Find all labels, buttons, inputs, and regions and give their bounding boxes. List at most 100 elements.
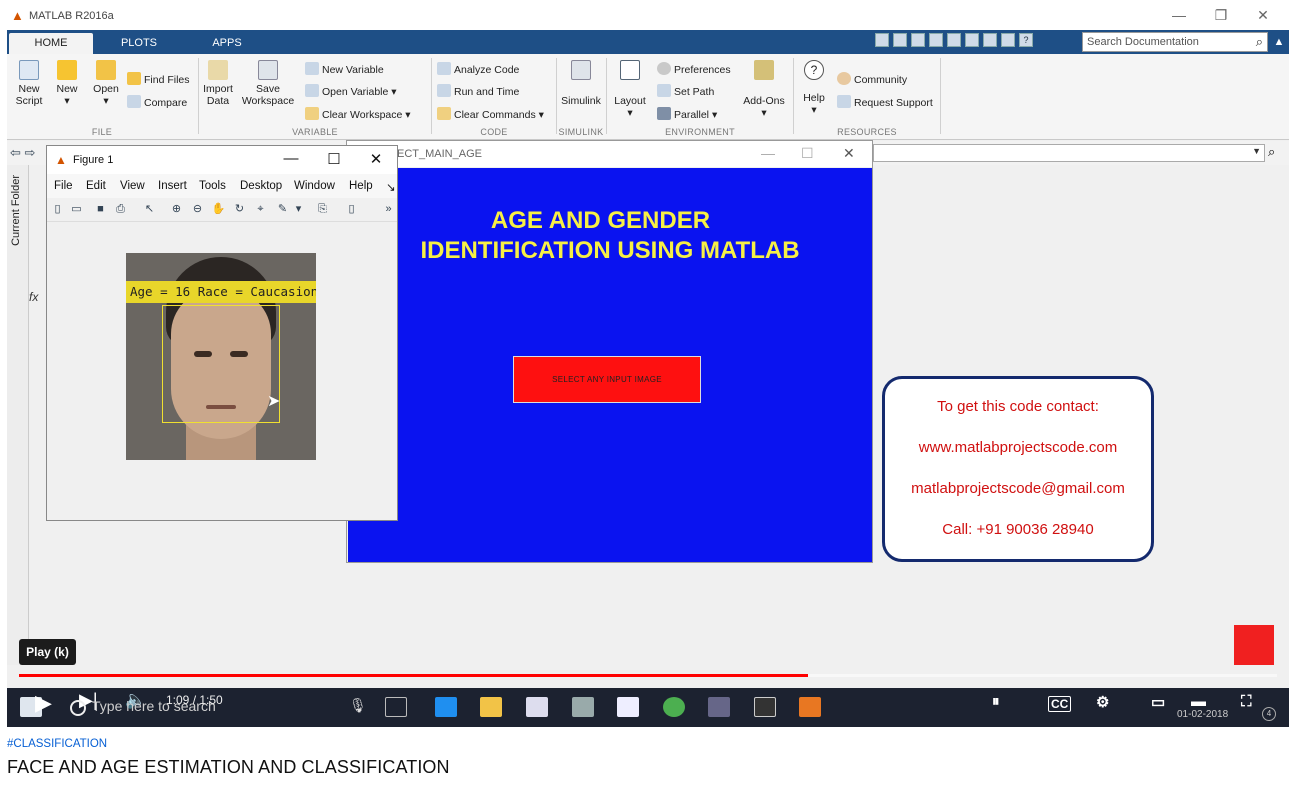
close-icon[interactable]: ✕ bbox=[1251, 7, 1275, 24]
menu-help[interactable]: Help bbox=[349, 180, 373, 192]
back-forward-icon[interactable]: ⇦ ⇨ bbox=[10, 145, 35, 161]
new-figure-icon[interactable]: ▯ bbox=[50, 202, 65, 217]
menu-overflow-icon[interactable]: ↘ bbox=[386, 180, 396, 194]
compare-button[interactable]: Compare bbox=[127, 95, 187, 109]
miniplayer-icon[interactable]: ▭ bbox=[1151, 693, 1165, 711]
save-icon[interactable]: ■ bbox=[93, 202, 108, 217]
clear-workspace-button[interactable]: Clear Workspace ▾ bbox=[305, 107, 411, 121]
file-explorer-icon[interactable] bbox=[480, 697, 502, 717]
task-view-icon[interactable] bbox=[385, 697, 407, 717]
set-path-button[interactable]: Set Path bbox=[657, 84, 714, 98]
find-files-button[interactable]: Find Files bbox=[127, 72, 190, 86]
open-button[interactable]: Open ▾ bbox=[89, 60, 123, 107]
open-dropdown-icon: ▾ bbox=[103, 95, 109, 107]
app-icon[interactable] bbox=[572, 697, 594, 717]
undo-icon[interactable] bbox=[965, 33, 979, 47]
community-button[interactable]: Community bbox=[837, 72, 907, 86]
maximize-icon[interactable]: ☐ bbox=[324, 150, 344, 168]
progress-bar[interactable] bbox=[19, 674, 1277, 677]
link-plot-icon[interactable]: ⎘ bbox=[315, 202, 330, 217]
brush-icon[interactable]: ✎ bbox=[275, 202, 290, 217]
maximize-icon[interactable]: ☐ bbox=[801, 145, 814, 162]
quick-tool-icon[interactable] bbox=[875, 33, 889, 47]
simulink-button[interactable]: Simulink bbox=[560, 60, 602, 107]
app-icon[interactable] bbox=[754, 697, 776, 717]
save-icon[interactable] bbox=[893, 33, 907, 47]
tab-plots[interactable]: PLOTS bbox=[97, 33, 181, 54]
search-icon[interactable]: ⌕ bbox=[1268, 144, 1275, 160]
mail-icon[interactable] bbox=[617, 697, 639, 717]
new-button[interactable]: New ▾ bbox=[50, 60, 84, 107]
autoplay-toggle-icon[interactable]: ⏸ bbox=[992, 693, 1000, 710]
request-support-button[interactable]: Request Support bbox=[837, 95, 933, 109]
clear-commands-button[interactable]: Clear Commands ▾ bbox=[437, 107, 544, 121]
video-hashtag[interactable]: #CLASSIFICATION bbox=[7, 738, 107, 750]
edit-plot-icon[interactable]: ↖ bbox=[142, 202, 157, 217]
cut-icon[interactable] bbox=[911, 33, 925, 47]
save-workspace-button[interactable]: Save Workspace bbox=[239, 60, 297, 107]
parallel-button[interactable]: Parallel ▾ bbox=[657, 107, 717, 121]
search-icon[interactable]: ⌕ bbox=[1256, 34, 1263, 50]
menu-view[interactable]: View bbox=[120, 180, 145, 192]
toolbar-overflow-icon[interactable]: » bbox=[381, 202, 396, 217]
data-cursor-icon[interactable]: ⌖ bbox=[253, 202, 268, 217]
settings-gear-icon[interactable]: ⚙ bbox=[1096, 693, 1109, 711]
switch-windows-icon[interactable] bbox=[1001, 33, 1015, 47]
print-icon[interactable]: ⎙ bbox=[113, 202, 128, 217]
preferences-button[interactable]: Preferences bbox=[657, 62, 731, 76]
minimize-icon[interactable]: — bbox=[1167, 7, 1191, 23]
paste-icon[interactable] bbox=[947, 33, 961, 47]
video-player[interactable]: ▲ MATLAB R2016a — ❐ ✕ HOME PLOTS APPS ? … bbox=[7, 0, 1289, 727]
new-script-button[interactable]: New Script bbox=[11, 60, 47, 107]
theater-mode-icon[interactable]: ▬ bbox=[1191, 693, 1206, 710]
pan-icon[interactable]: ✋ bbox=[211, 202, 226, 217]
open-variable-button[interactable]: Open Variable ▾ bbox=[305, 84, 397, 98]
collapse-ribbon-icon[interactable]: ▲ bbox=[1271, 32, 1287, 52]
zoom-in-icon[interactable]: ⊕ bbox=[169, 202, 184, 217]
new-variable-button[interactable]: New Variable bbox=[305, 62, 384, 76]
import-data-button[interactable]: Import Data bbox=[200, 60, 236, 107]
open-file-icon[interactable]: ▭ bbox=[69, 202, 84, 217]
zoom-out-icon[interactable]: ⊖ bbox=[190, 202, 205, 217]
microphone-icon[interactable]: 🎙 bbox=[349, 697, 367, 714]
brush-dropdown-icon[interactable]: ▾ bbox=[291, 202, 306, 217]
insert-colorbar-icon[interactable]: ▯ bbox=[344, 202, 359, 217]
minimize-icon[interactable]: — bbox=[281, 150, 301, 167]
chrome-icon[interactable] bbox=[663, 697, 685, 717]
matlab-taskbar-icon[interactable] bbox=[799, 697, 821, 717]
menu-tools[interactable]: Tools bbox=[199, 180, 226, 192]
subtitles-button[interactable]: CC bbox=[1048, 696, 1072, 712]
edge-icon[interactable] bbox=[435, 697, 457, 717]
current-folder-label[interactable]: Current Folder bbox=[10, 175, 22, 246]
run-and-time-button[interactable]: Run and Time bbox=[437, 84, 519, 98]
menu-desktop[interactable]: Desktop bbox=[240, 180, 282, 192]
analyze-code-button[interactable]: Analyze Code bbox=[437, 62, 519, 76]
notification-count[interactable]: 4 bbox=[1262, 707, 1276, 721]
app-icon[interactable] bbox=[708, 697, 730, 717]
layout-button[interactable]: Layout ▾ bbox=[611, 60, 649, 119]
current-folder-path-field[interactable]: ▼ bbox=[873, 144, 1265, 162]
tab-apps[interactable]: APPS bbox=[185, 33, 269, 54]
restore-icon[interactable]: ❐ bbox=[1209, 7, 1233, 24]
search-documentation-input[interactable]: Search Documentation ⌕ bbox=[1082, 32, 1268, 52]
menu-file[interactable]: File bbox=[54, 180, 73, 192]
close-icon[interactable]: ✕ bbox=[366, 150, 386, 168]
play-icon[interactable]: ▶ bbox=[35, 690, 52, 716]
menu-insert[interactable]: Insert bbox=[158, 180, 187, 192]
store-icon[interactable] bbox=[526, 697, 548, 717]
channel-watermark[interactable] bbox=[1234, 625, 1274, 665]
menu-edit[interactable]: Edit bbox=[86, 180, 106, 192]
chevron-down-icon[interactable]: ▼ bbox=[1252, 146, 1261, 156]
rotate-icon[interactable]: ↻ bbox=[232, 202, 247, 217]
menu-window[interactable]: Window bbox=[294, 180, 335, 192]
fullscreen-icon[interactable]: ⛶ bbox=[1241, 693, 1252, 710]
tab-home[interactable]: HOME bbox=[9, 33, 93, 54]
help-icon[interactable]: ? bbox=[1019, 33, 1033, 47]
help-button[interactable]: ? Help ▾ bbox=[798, 60, 830, 116]
redo-icon[interactable] bbox=[983, 33, 997, 47]
close-icon[interactable]: ✕ bbox=[843, 145, 855, 162]
select-input-image-button[interactable]: SELECT ANY INPUT IMAGE bbox=[513, 356, 701, 403]
copy-icon[interactable] bbox=[929, 33, 943, 47]
add-ons-button[interactable]: Add-Ons ▾ bbox=[741, 60, 787, 119]
minimize-icon[interactable]: — bbox=[761, 145, 775, 161]
